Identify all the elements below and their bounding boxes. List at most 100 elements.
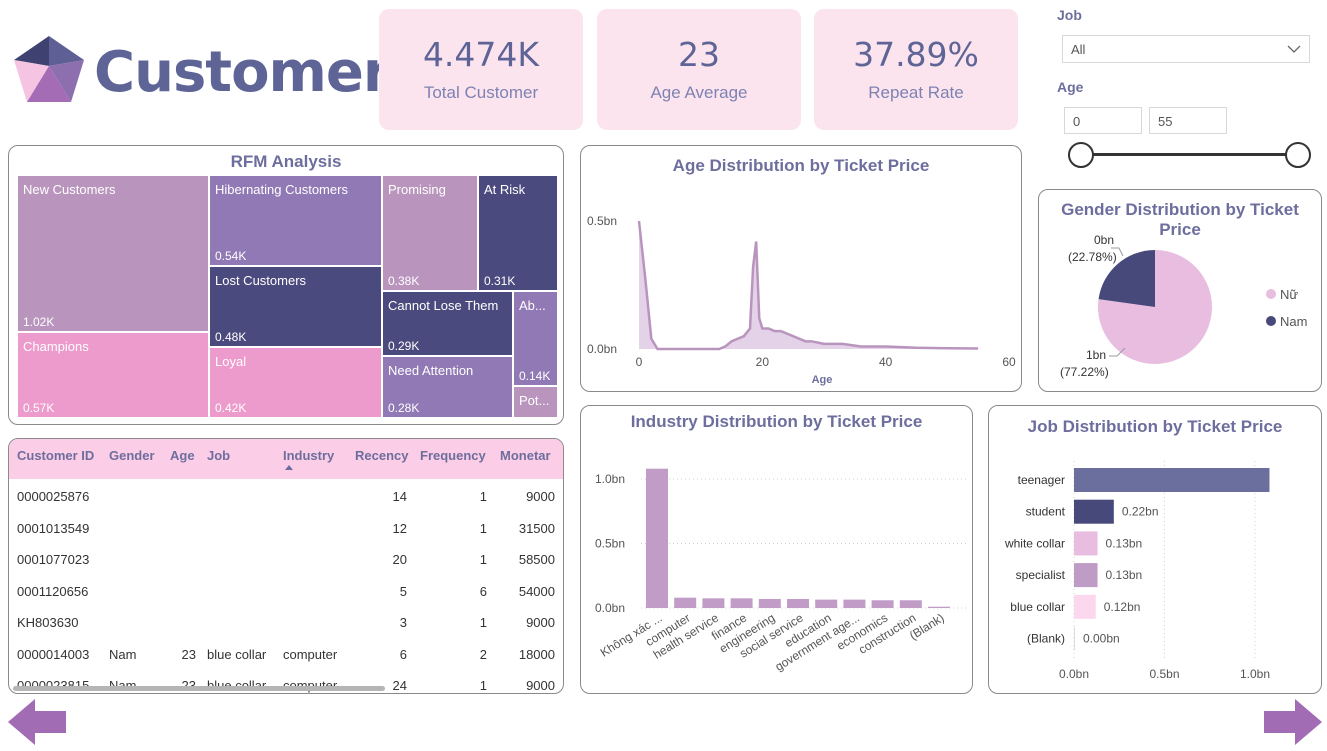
- industry-bar: [730, 598, 753, 608]
- segment-count: 0.38K: [388, 274, 420, 288]
- age-max-input[interactable]: 55: [1149, 107, 1227, 134]
- table-cell: Nam: [109, 646, 137, 662]
- previous-page-arrow-icon[interactable]: [8, 699, 68, 745]
- age-area-fill: [639, 221, 979, 349]
- segment-count: 0.14K: [519, 369, 551, 383]
- industry-bar: [674, 597, 697, 608]
- segment-count: 0.54K: [215, 249, 247, 263]
- job-bar: [1074, 531, 1098, 556]
- industry-bar: [758, 598, 781, 608]
- col-header-customer-id[interactable]: Customer ID: [17, 448, 94, 463]
- segment-count: 0.31K: [484, 274, 516, 288]
- age-slider-max-handle[interactable]: [1285, 142, 1311, 168]
- age-y-tick-label: 0.0bn: [587, 342, 617, 356]
- table-cell: 0001120656: [17, 583, 89, 599]
- table-cell: 0000014003: [17, 646, 90, 662]
- job-x-tick-label: 0.5bn: [1149, 667, 1179, 681]
- job-category-label: specialist: [1016, 568, 1066, 582]
- table-cell: 23: [181, 646, 196, 662]
- col-header-age[interactable]: Age: [170, 448, 195, 463]
- age-x-axis-label: Age: [812, 374, 833, 386]
- segment-count: 0.57K: [23, 401, 55, 415]
- age-chart-svg: 0.5bn 0.0bn 0 20 40 60 Age: [587, 214, 1016, 386]
- next-page-arrow-icon[interactable]: [1262, 699, 1322, 745]
- job-dropdown[interactable]: All: [1062, 35, 1310, 63]
- industry-chart-svg: 1.0bn0.5bn0.0bnKhông xác ...computerheal…: [595, 468, 966, 674]
- col-header-industry[interactable]: Industry: [283, 448, 334, 463]
- kpi-age-average: 23 Age Average: [597, 9, 801, 130]
- table-cell: 12: [392, 520, 407, 536]
- col-header-recency[interactable]: Recency: [355, 448, 408, 463]
- segment-name: Promising: [388, 182, 446, 197]
- col-header-job[interactable]: Job: [207, 448, 230, 463]
- industry-y-tick-label: 1.0bn: [595, 472, 625, 486]
- customer-table: Customer ID Gender Age Job Industry Rece…: [8, 438, 564, 694]
- kpi-value: 37.89%: [853, 35, 979, 74]
- job-bar: [1074, 468, 1270, 492]
- industry-bar: [843, 599, 866, 608]
- age-slider-min-handle[interactable]: [1068, 142, 1094, 168]
- treemap-cell-need-attention[interactable]: Need Attention 0.28K: [382, 356, 513, 418]
- job-category-label: teenager: [1018, 473, 1065, 487]
- col-header-frequency[interactable]: Frequency: [420, 448, 486, 463]
- kpi-label: Age Average: [650, 83, 748, 102]
- col-header-gender[interactable]: Gender: [109, 448, 155, 463]
- segment-name: Cannot Lose Them: [388, 298, 499, 313]
- job-chart-svg: 0.0bn 0.5bn 1.0bn teenager student 0.22bn whit…: [1004, 461, 1270, 681]
- treemap-cell-hibernating[interactable]: Hibernating Customers 0.54K: [209, 175, 382, 266]
- job-value-label: 0.00bn: [1083, 632, 1120, 646]
- rfm-title: RFM Analysis: [230, 152, 342, 171]
- treemap-cell-lost-customers[interactable]: Lost Customers 0.48K: [209, 266, 382, 347]
- job-category-label: white collar: [1004, 536, 1065, 550]
- age-x-tick-label: 0: [636, 355, 643, 369]
- treemap-cell-promising[interactable]: Promising 0.38K: [382, 175, 478, 291]
- treemap-cell-new-customers[interactable]: New Customers 1.02K: [17, 175, 209, 332]
- treemap-cell-champions[interactable]: Champions 0.57K: [17, 332, 209, 418]
- rfm-panel: RFM Analysis New Customers 1.02K Champio…: [8, 145, 564, 425]
- segment-name: Lost Customers: [215, 273, 307, 288]
- treemap-cell-loyal[interactable]: Loyal 0.42K: [209, 347, 382, 418]
- age-slider-track: [1080, 153, 1298, 156]
- job-value-label: 0.13bn: [1106, 568, 1143, 582]
- segment-name: Need Attention: [388, 363, 474, 378]
- horizontal-scrollbar[interactable]: [13, 686, 385, 691]
- table-cell: 9000: [526, 678, 555, 693]
- table-cell: 58500: [518, 552, 555, 567]
- col-header-monetary[interactable]: Monetar: [500, 448, 551, 463]
- treemap-cell-cannot-lose-them[interactable]: Cannot Lose Them 0.29K: [382, 291, 513, 356]
- age-min-input[interactable]: 0: [1064, 107, 1142, 134]
- job-x-tick-label: 1.0bn: [1240, 667, 1270, 681]
- table-cell: blue collar: [207, 646, 267, 662]
- table-cell: 5: [399, 583, 407, 599]
- job-category-label: student: [1026, 505, 1066, 519]
- table-cell: 20: [392, 552, 407, 567]
- table-cell: KH803630: [17, 615, 79, 630]
- industry-y-tick-label: 0.5bn: [595, 537, 625, 551]
- table-cell: 31500: [518, 520, 555, 536]
- segment-name: Pot...: [519, 393, 550, 408]
- table-cell: computer: [283, 646, 338, 662]
- gender-distribution-panel: Gender Distribution by Ticket Price 0bn(…: [1038, 189, 1322, 392]
- kpi-value: 23: [678, 35, 720, 74]
- industry-bar: [815, 599, 838, 608]
- table-cell: 1: [479, 520, 487, 536]
- table-cell: 1: [479, 552, 487, 567]
- treemap-cell-at-risk[interactable]: At Risk 0.31K: [478, 175, 558, 291]
- treemap-cell-potential[interactable]: Pot...: [513, 386, 558, 418]
- legend-label: Nam: [1280, 314, 1307, 329]
- job-dropdown-value: All: [1071, 42, 1086, 57]
- table-cell: 1: [479, 489, 487, 504]
- table-cell: 0000025876: [17, 489, 90, 504]
- table-header: Customer ID Gender Age Job Industry Rece…: [9, 439, 563, 479]
- segment-name: At Risk: [484, 182, 526, 197]
- pie-label-value: 0bn: [1094, 233, 1114, 247]
- gender-chart-svg: 0bn (22.78%) 1bn (77.22%) Nữ Nam: [1060, 233, 1307, 379]
- job-filter-label: Job: [1057, 7, 1082, 23]
- sort-ascending-icon: [285, 465, 293, 470]
- table-cell: 1: [479, 615, 487, 630]
- segment-count: 0.28K: [388, 401, 420, 415]
- segment-name: Hibernating Customers: [215, 182, 348, 197]
- kpi-repeat-rate: 37.89% Repeat Rate: [814, 9, 1018, 130]
- job-distribution-panel: Job Distribution by Ticket Price 0.0bn 0.…: [988, 405, 1322, 694]
- treemap-cell-about-to-sleep[interactable]: Ab... 0.14K: [513, 291, 558, 386]
